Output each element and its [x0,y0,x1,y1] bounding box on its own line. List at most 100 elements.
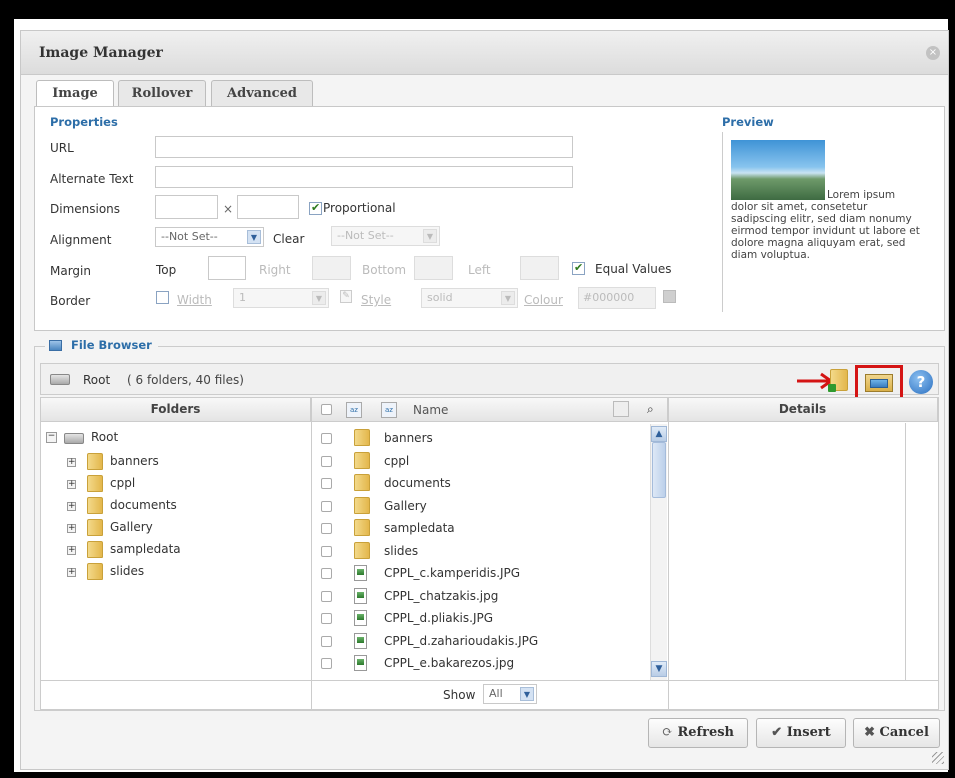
edit-style-icon[interactable]: ✎ [340,290,352,303]
expand-icon[interactable]: + [67,524,76,533]
row-checkbox[interactable] [321,613,332,624]
row-checkbox[interactable] [321,455,332,467]
clear-select[interactable]: --Not Set-- ▼ [331,226,440,246]
margin-left-input[interactable] [520,256,559,280]
show-select[interactable]: All ▼ [483,684,537,704]
file-browser-legend: File Browser [45,338,158,354]
list-item[interactable]: CPPL_d.pliakis.JPG [384,611,493,625]
select-all-checkbox[interactable] [321,404,332,415]
margin-right-label: Right [259,263,291,277]
row-checkbox[interactable] [321,658,332,669]
upload-icon[interactable] [865,374,893,392]
insert-label: Insert [786,725,831,740]
view-toggle-icon[interactable] [613,401,629,417]
row-checkbox[interactable] [321,568,332,579]
folder-icon [87,497,103,514]
scroll-thumb[interactable] [652,442,666,498]
list-item[interactable]: CPPL_e.bakarezos.jpg [384,656,514,670]
expand-icon[interactable]: + [67,568,76,577]
expand-icon[interactable]: + [67,502,76,511]
tab-advanced[interactable]: Advanced [211,80,313,107]
expand-icon[interactable]: + [67,480,76,489]
file-list-scrollbar[interactable]: ▲ ▼ [650,424,667,680]
proportional-checkbox[interactable] [309,201,322,215]
border-style-label: Style [361,293,392,307]
close-icon[interactable]: × [926,46,940,60]
url-input[interactable] [155,136,573,158]
insert-button[interactable]: ✔ Insert [756,718,846,748]
drive-icon [64,433,84,444]
list-item[interactable]: banners [384,431,433,445]
border-style-select[interactable]: solid ▼ [421,288,518,308]
border-colour-input[interactable]: #000000 [578,287,656,309]
margin-right-input[interactable] [312,256,351,280]
border-label: Border [50,294,91,308]
tree-item[interactable]: slides [110,564,144,578]
height-input[interactable] [237,195,299,219]
expand-icon[interactable]: + [67,458,76,467]
row-checkbox[interactable] [321,545,332,557]
expand-icon[interactable]: + [67,546,76,555]
row-checkbox[interactable] [321,433,332,444]
folder-icon [87,453,103,470]
search-icon[interactable]: ⌕ [647,402,654,417]
refresh-button[interactable]: ⟳ Refresh [648,718,748,748]
row-checkbox[interactable] [321,590,332,602]
cancel-button[interactable]: ✖ Cancel [853,718,940,748]
tree-root-label[interactable]: Root [91,430,118,444]
folder-icon [354,474,370,491]
dimensions-separator: × [223,202,234,216]
row-checkbox[interactable] [321,635,332,647]
equal-values-label: Equal Values [595,262,672,276]
show-value: All [489,687,503,700]
width-input[interactable] [155,195,218,219]
list-item[interactable]: CPPL_c.kamperidis.JPG [384,566,520,580]
dialog-title: Image Manager [39,45,163,61]
scroll-down-icon[interactable]: ▼ [651,661,667,677]
equal-values-checkbox[interactable] [572,261,585,275]
alt-text-input[interactable] [155,166,573,188]
row-checkbox[interactable] [321,500,332,512]
margin-label: Margin [50,264,91,278]
folder-icon [354,451,370,469]
column-divider [311,398,312,710]
border-width-select[interactable]: 1 ▼ [233,288,329,308]
sort-type-icon[interactable]: az [346,402,362,418]
row-checkbox[interactable] [321,478,332,489]
border-checkbox[interactable] [156,291,169,304]
image-file-icon [354,587,367,604]
path-root[interactable]: Root [83,373,110,387]
list-item[interactable]: sampledata [384,521,455,535]
list-item[interactable]: Gallery [384,499,427,513]
help-icon[interactable]: ? [909,370,933,394]
sort-name-icon[interactable]: az [381,402,397,418]
tab-image[interactable]: Image [36,80,114,108]
colour-picker-icon[interactable] [663,290,676,303]
margin-bottom-input[interactable] [414,256,453,280]
tree-item[interactable]: cppl [110,476,135,490]
list-item[interactable]: slides [384,544,418,558]
list-item[interactable]: documents [384,476,451,490]
list-item[interactable]: cppl [384,454,409,468]
row-checkbox[interactable] [321,523,332,534]
tree-item[interactable]: sampledata [110,542,181,556]
name-column-label[interactable]: Name [413,403,448,417]
chevron-down-icon: ▼ [520,687,534,701]
tab-rollover[interactable]: Rollover [118,80,206,107]
collapse-icon[interactable]: − [46,432,57,443]
alignment-select[interactable]: --Not Set-- ▼ [155,227,264,247]
tree-item[interactable]: Gallery [110,520,153,534]
file-browser-icon [49,340,62,351]
tree-item[interactable]: documents [110,498,177,512]
list-item[interactable]: CPPL_d.zaharioudakis.JPG [384,634,538,648]
scroll-up-icon[interactable]: ▲ [651,426,667,442]
resize-grip-icon[interactable] [932,752,944,764]
clear-value: --Not Set-- [337,229,394,242]
tree-item[interactable]: banners [110,454,159,468]
list-item[interactable]: CPPL_chatzakis.jpg [384,589,498,603]
cancel-label: Cancel [879,725,929,740]
dimensions-label: Dimensions [50,202,121,216]
new-folder-icon[interactable] [828,369,848,392]
alignment-value: --Not Set-- [161,230,218,243]
margin-top-input[interactable] [208,256,246,280]
